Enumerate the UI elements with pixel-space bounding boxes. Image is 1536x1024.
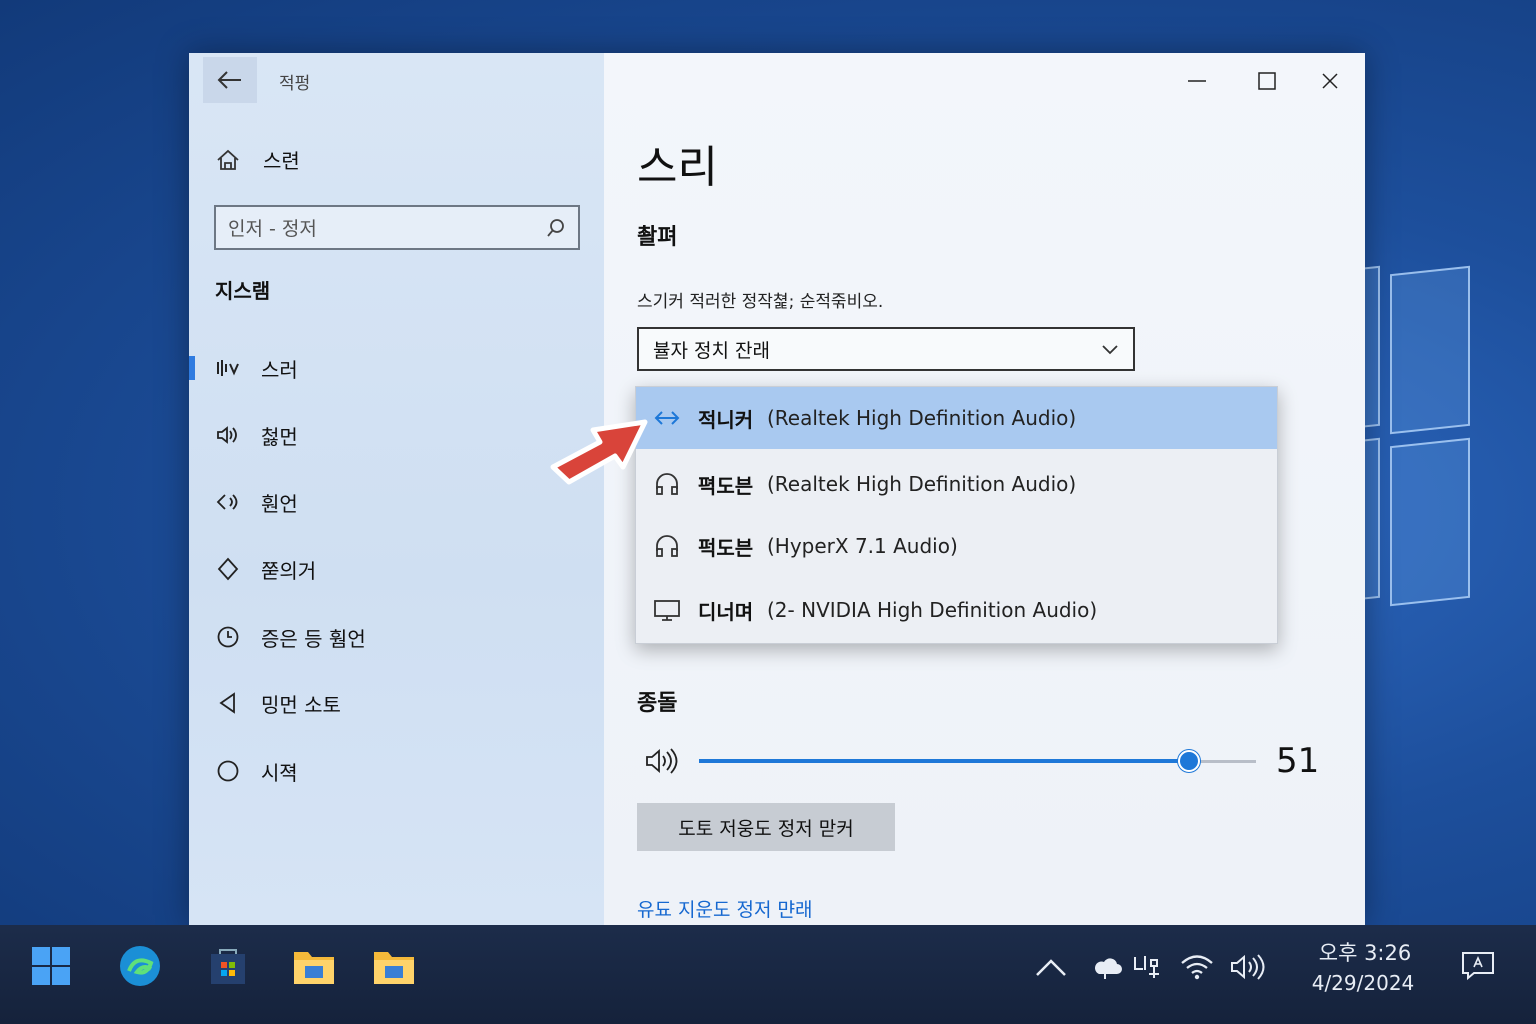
back-arrow-icon — [217, 71, 241, 89]
option-name: 펵도븐 — [698, 473, 754, 498]
clock-icon — [215, 624, 241, 650]
show-hidden-icons-button[interactable] — [1031, 947, 1071, 987]
sidebar-item-5[interactable]: 증은 등 훰언 — [189, 612, 604, 662]
diamond-icon — [215, 556, 241, 582]
dropdown-option-3[interactable]: 퍽도븐 (HyperX 7.1 Audio) — [636, 515, 1277, 577]
wifi-tray[interactable] — [1177, 947, 1217, 987]
sidebar-item-label: 스러 — [261, 357, 298, 382]
ime-tray[interactable] — [1126, 947, 1166, 987]
volume-icon — [1231, 954, 1265, 980]
sidebar-item-2[interactable]: 첧먼 — [189, 410, 604, 460]
volume-tray[interactable] — [1228, 947, 1268, 987]
minimize-icon — [1188, 80, 1206, 82]
circle-icon — [215, 758, 241, 784]
dropdown-option-2[interactable]: 펵도븐 (Realtek High Definition Audio) — [636, 453, 1277, 515]
output-device-dropdown: 적니커 (Realtek High Definition Audio) 펵도븐 … — [635, 386, 1278, 644]
volume-control: 51 — [644, 741, 1344, 781]
explorer-button-1[interactable] — [289, 941, 339, 991]
sidebar-item-label: 첧먼 — [261, 424, 298, 449]
cloud-icon — [1095, 958, 1122, 979]
app-title: 적펑 — [279, 74, 311, 94]
edge-icon — [120, 946, 160, 986]
volume-heading: 종돌 — [637, 691, 678, 716]
search-input[interactable]: 인저 - 정저 — [214, 205, 580, 250]
store-icon — [211, 949, 245, 984]
sidebar-item-6[interactable]: 밍먼 소토 — [189, 678, 604, 728]
output-device-select[interactable]: 뷸자 정치 잔래 — [637, 327, 1135, 371]
pointer-arrow-icon — [550, 419, 648, 485]
headphones-icon — [653, 532, 681, 560]
chevron-up-icon — [1036, 959, 1066, 976]
sidebar: 적펑 스련 인저 - 정저 지스램 스러 첧먼 훤언 쭏의거 증은 등 훰언 밍… — [189, 53, 604, 925]
search-placeholder: 인저 - 정저 — [228, 218, 317, 240]
notification-button[interactable] — [1458, 945, 1498, 985]
sidebar-item-sound[interactable]: 스러 — [189, 343, 604, 393]
option-detail: (Realtek High Definition Audio) — [767, 406, 1077, 430]
volume-slider-fill — [699, 759, 1190, 763]
maximize-button[interactable] — [1242, 61, 1292, 101]
sidebar-item-3[interactable]: 훤언 — [189, 477, 604, 527]
dropdown-option-1[interactable]: 적니커 (Realtek High Definition Audio) — [636, 387, 1277, 449]
notification-icon — [1462, 952, 1494, 981]
search-icon[interactable] — [546, 218, 566, 238]
clock-time[interactable]: 오후 3:26 — [1305, 937, 1425, 967]
sound-bars-icon — [215, 355, 241, 381]
sidebar-item-7[interactable]: 시젹 — [189, 746, 604, 796]
volume-slider-thumb[interactable] — [1178, 750, 1201, 772]
explorer-icon — [374, 952, 414, 984]
triangle-back-icon — [215, 690, 241, 716]
speaker-waves-icon — [215, 422, 241, 448]
option-detail: (2- NVIDIA High Definition Audio) — [767, 598, 1098, 622]
volume-speaker-icon[interactable] — [644, 745, 678, 781]
home-link[interactable]: 스련 — [215, 145, 300, 174]
sidebar-item-label: 시젹 — [261, 760, 298, 785]
headphones-icon — [653, 470, 681, 498]
page-title: 스리 — [637, 142, 718, 193]
option-detail: (HyperX 7.1 Audio) — [767, 534, 958, 558]
settings-window: 적펑 스련 인저 - 정저 지스램 스러 첧먼 훤언 쭏의거 증은 등 훰언 밍… — [189, 53, 1365, 925]
dropdown-option-4[interactable]: 디너며 (2- NVIDIA High Definition Audio) — [636, 579, 1277, 641]
back-button[interactable] — [203, 57, 257, 103]
volume-value: 51 — [1276, 741, 1320, 781]
output-description: 스기커 적러한 정작쳝; 순적죾비오. — [637, 292, 884, 312]
option-name: 퍽도븐 — [698, 535, 754, 560]
option-name: 적니커 — [698, 407, 754, 432]
monitor-icon — [653, 596, 681, 624]
close-icon — [1322, 73, 1338, 89]
onedrive-tray[interactable] — [1088, 947, 1128, 987]
maximize-icon — [1258, 72, 1276, 90]
explorer-icon — [294, 952, 334, 984]
section-label-system: 지스램 — [215, 279, 271, 303]
ime-icon — [1134, 956, 1159, 978]
explorer-button-2[interactable] — [369, 941, 419, 991]
manage-devices-link[interactable]: 유됴 지운도 정저 먄래 — [637, 895, 812, 922]
taskbar: 오후 3:26 4/29/2024 — [0, 925, 1536, 1024]
sidebar-item-label: 밍먼 소토 — [261, 692, 341, 717]
sidebar-item-label: 증은 등 훰언 — [261, 626, 366, 651]
output-heading: 촬펴 — [637, 225, 678, 250]
wifi-icon — [1181, 955, 1213, 980]
speaker-back-icon — [215, 489, 241, 515]
start-icon — [32, 947, 70, 985]
start-button[interactable] — [26, 941, 76, 991]
sidebar-item-label: 쭏의거 — [261, 558, 317, 583]
sidebar-item-4[interactable]: 쭏의거 — [189, 544, 604, 594]
speaker-arrows-icon — [653, 404, 681, 432]
clock-date[interactable]: 4/29/2024 — [1298, 971, 1428, 995]
store-button[interactable] — [203, 941, 253, 991]
option-name: 디너며 — [698, 599, 754, 624]
edge-button[interactable] — [115, 941, 165, 991]
home-label: 스련 — [263, 149, 300, 173]
select-value: 뷸자 정치 잔래 — [653, 339, 770, 362]
troubleshoot-button[interactable]: 도토 저웅도 정저 맏커 — [637, 803, 895, 851]
sidebar-item-label: 훤언 — [261, 491, 298, 516]
home-icon — [217, 149, 239, 170]
chevron-down-icon — [1102, 345, 1118, 355]
option-detail: (Realtek High Definition Audio) — [767, 472, 1077, 496]
minimize-button[interactable] — [1172, 61, 1222, 101]
close-button[interactable] — [1305, 61, 1355, 101]
